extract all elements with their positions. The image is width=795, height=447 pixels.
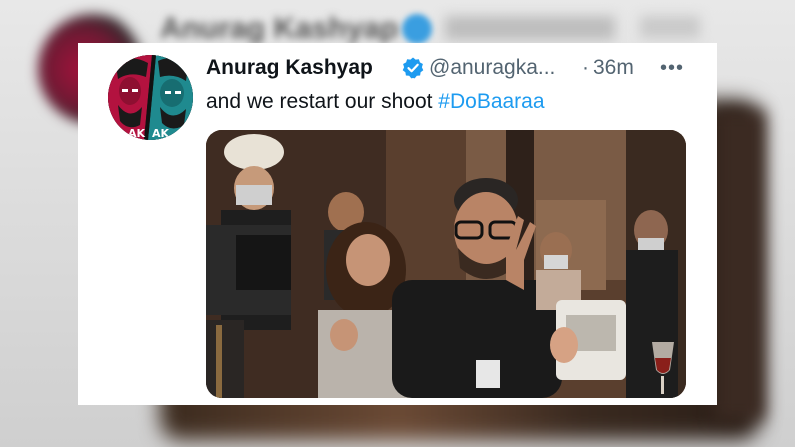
svg-text:AK: AK (152, 127, 170, 140)
more-options-icon[interactable]: ••• (660, 57, 684, 80)
user-handle[interactable]: @anuragka... (429, 56, 555, 80)
blurred-more (640, 16, 700, 38)
blurred-handle (445, 16, 615, 40)
blurred-name: Anurag Kashyap (160, 12, 399, 45)
tweet-text: and we restart our shoot #DoBaaraa (206, 90, 545, 114)
timestamp[interactable]: 36m (593, 56, 634, 80)
hashtag-link[interactable]: #DoBaaraa (438, 90, 544, 113)
tweet-photo[interactable] (206, 130, 686, 398)
avatar-logo-text: AK (128, 127, 146, 140)
display-name[interactable]: Anurag Kashyap (206, 56, 373, 80)
verified-badge-icon (401, 56, 425, 80)
avatar[interactable]: AK AK (108, 55, 193, 140)
blurred-photo-edge (715, 110, 765, 420)
tweet-body: and we restart our shoot (206, 90, 439, 113)
separator-dot: · (582, 56, 589, 79)
blurred-verified-icon (402, 14, 432, 44)
tweet-card: AK AK Anurag Kashyap @anuragka... · 36m … (78, 43, 717, 405)
